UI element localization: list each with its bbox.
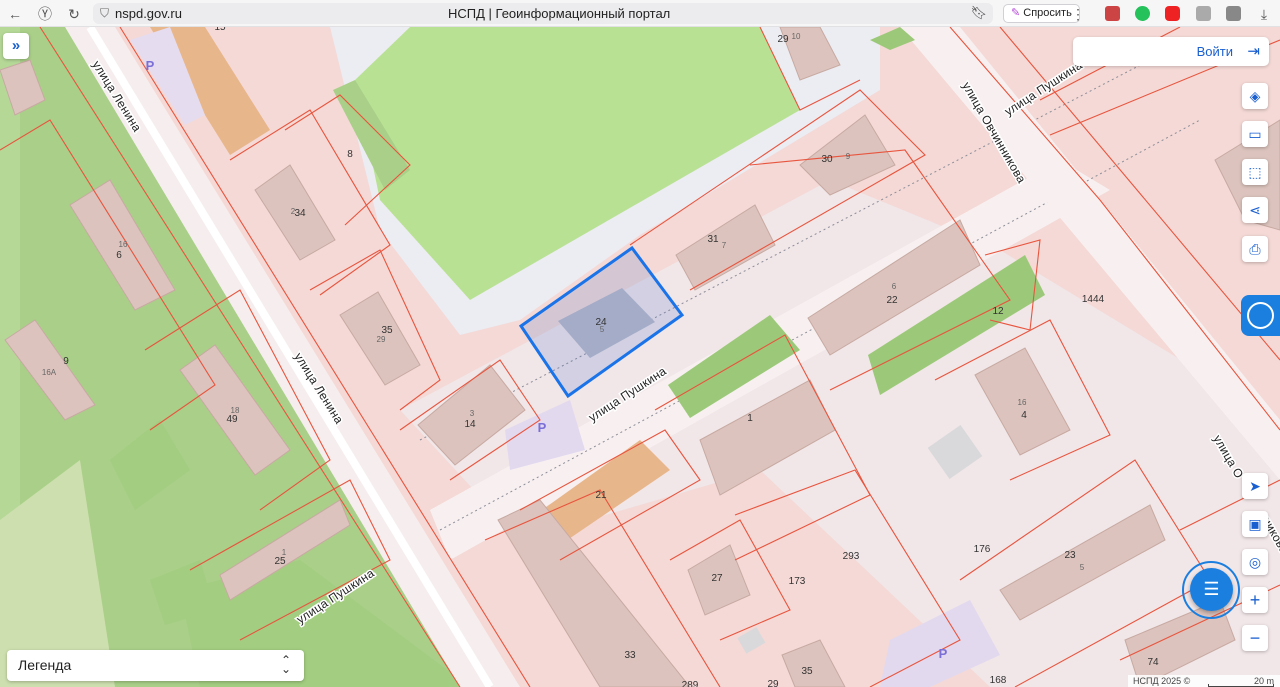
url-host: nspd.gov.ru [115, 6, 182, 21]
login-label: Войти [1196, 44, 1233, 59]
bookmark-icon[interactable]: 🔖︎ [970, 5, 987, 21]
login-icon: ⇥ [1247, 43, 1260, 60]
building-number: 7 [722, 241, 727, 250]
plus-icon: + [1249, 590, 1261, 610]
ask-label: Спросить [1023, 7, 1072, 19]
building-number: 29 [377, 335, 386, 344]
parcel-number: 4 [1021, 410, 1027, 421]
map-switch-button[interactable]: ▣ [1242, 511, 1268, 537]
building-number: 16 [119, 240, 128, 249]
building-number: 10 [792, 32, 801, 41]
chat-icon: ☰ [1203, 579, 1220, 599]
parcel-number: 25 [274, 556, 286, 567]
parcel-number: 29 [777, 34, 789, 45]
parcel-number: 49 [226, 414, 238, 425]
map-footer: НСПД 2025 © 20 m [1128, 675, 1280, 687]
parcel-number: 74 [1147, 657, 1159, 668]
zoom-out-button[interactable]: − [1242, 625, 1268, 651]
geo-icon: ◎ [1248, 554, 1262, 570]
address-bar[interactable]: ⛉ nspd.gov.ru НСПД | Геоинформационный п… [93, 3, 993, 24]
building-number: 3 [470, 409, 475, 418]
parcel-number: 34 [294, 208, 306, 219]
zoom-in-button[interactable]: + [1242, 587, 1268, 613]
ruler-button[interactable]: ▭ [1242, 121, 1268, 147]
building-number: 6 [892, 282, 897, 291]
parcel-number: 31 [707, 234, 719, 245]
legend-label: Легенда [18, 657, 72, 673]
login-button[interactable]: Войти ⇥ [1073, 37, 1269, 66]
sparkle-icon: ✎ [1011, 7, 1021, 19]
tab-title: НСПД | Геоинформационный портал [448, 6, 671, 21]
print-icon: ⎙ [1249, 241, 1261, 257]
assistant-icon [1247, 302, 1274, 329]
layers-button[interactable]: ◈ [1242, 83, 1268, 109]
select-area-button[interactable]: ⬚ [1242, 159, 1268, 185]
parcel-number: 1 [747, 413, 753, 424]
parcel-number: 8 [347, 149, 353, 160]
parcel-number: 293 [843, 551, 860, 562]
copyright: НСПД 2025 © [1133, 676, 1191, 686]
parcel-number: 27 [711, 573, 723, 584]
parcel-number: 30 [821, 154, 833, 165]
card-icon[interactable] [1196, 6, 1211, 21]
download-icon[interactable]: ⤓ [1254, 4, 1274, 24]
parcel-number: 289 [682, 680, 699, 687]
layers-icon: ◈ [1249, 88, 1261, 104]
share-button[interactable]: ⋖ [1242, 197, 1268, 223]
parcel-number: 173 [789, 576, 806, 587]
back-icon[interactable]: ← [5, 4, 25, 24]
select-area-icon: ⬚ [1248, 164, 1262, 180]
parcel-number: 22 [886, 295, 898, 306]
locate-button[interactable]: ➤ [1242, 473, 1268, 499]
expand-panel-button[interactable]: » [3, 33, 29, 59]
reload-icon[interactable]: ↻ [64, 4, 84, 24]
building-number: 9 [846, 152, 851, 161]
yandex-icon[interactable]: Ⓨ [35, 4, 55, 24]
ruler-icon: ▭ [1248, 126, 1262, 142]
chevron-updown-icon: ⌃ ⌄ [280, 653, 291, 676]
map-canvas[interactable]: P P P улица Ленина улица Ленина улица Пу… [0, 27, 1280, 687]
building-number: 5 [1080, 563, 1085, 572]
geo-button[interactable]: ◎ [1242, 549, 1268, 575]
parcel-number: 9 [63, 356, 69, 367]
parcel-number: 168 [990, 675, 1007, 686]
map-switch-icon: ▣ [1248, 516, 1262, 532]
legend-dropdown[interactable]: Легенда ⌃ ⌄ [7, 650, 304, 681]
youtube-icon[interactable] [1165, 6, 1180, 21]
more-icon[interactable]: ⋮ [1068, 4, 1088, 24]
parcel-number: 23 [1064, 550, 1076, 561]
whatsapp-icon[interactable] [1135, 6, 1150, 21]
parcel-number: 35 [801, 666, 813, 677]
parcel-number: 15 [214, 27, 226, 33]
building-number: 5 [600, 325, 605, 334]
chat-button[interactable]: ☰ [1190, 568, 1233, 611]
side-panel-tab[interactable] [1241, 295, 1280, 336]
parking-label: P [146, 58, 155, 73]
parcel-number: 1444 [1082, 294, 1105, 305]
building-number: 16 [1018, 398, 1027, 407]
parcel-number: 12 [992, 306, 1004, 317]
parcel-number: 33 [624, 650, 636, 661]
parking-label: P [939, 646, 948, 661]
parcel-number: 176 [974, 544, 991, 555]
extension-icon[interactable] [1105, 6, 1120, 21]
expand-icon: » [11, 37, 21, 54]
parcel-number: 29 [767, 679, 779, 687]
parking-label: P [538, 420, 547, 435]
cadastral-map[interactable]: P P P улица Ленина улица Ленина улица Пу… [0, 27, 1280, 687]
collections-icon[interactable] [1226, 6, 1241, 21]
shield-icon: ⛉ [100, 6, 110, 20]
parcel-number: 14 [464, 419, 476, 430]
parcel-number: 6 [116, 250, 122, 261]
browser-toolbar: ← Ⓨ ↻ ⛉ nspd.gov.ru НСПД | Геоинформацио… [0, 0, 1280, 27]
share-icon: ⋖ [1249, 202, 1261, 218]
print-button[interactable]: ⎙ [1242, 236, 1268, 262]
locate-icon: ➤ [1249, 478, 1261, 494]
building-number: 16А [42, 368, 57, 377]
minus-icon: − [1249, 628, 1261, 648]
parcel-number: 21 [595, 490, 607, 501]
